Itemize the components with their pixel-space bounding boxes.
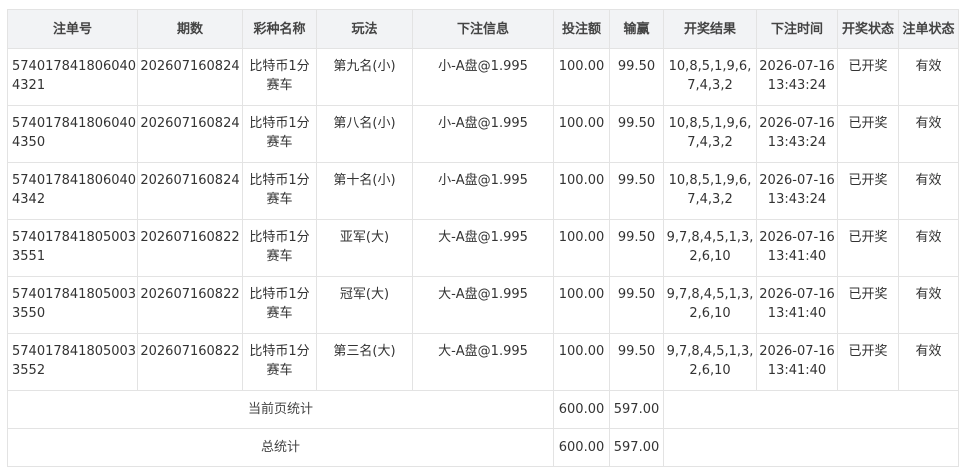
column-header-win-loss[interactable]: 输赢 xyxy=(609,9,664,49)
cell-win-loss: 99.50 xyxy=(609,48,664,106)
cell-result: 9,7,8,4,5,1,3,2,6,10 xyxy=(663,219,757,277)
grand-total-row: 总统计 600.00 597.00 xyxy=(7,428,959,467)
table-row[interactable]: 5740178418060404321 202607160824 比特币1分赛车… xyxy=(7,48,959,106)
cell-win-loss: 99.50 xyxy=(609,162,664,220)
cell-period: 202607160824 xyxy=(137,105,243,163)
cell-period: 202607160822 xyxy=(137,219,243,277)
cell-win-loss: 99.50 xyxy=(609,105,664,163)
table-header: 注单号 期数 彩种名称 玩法 下注信息 投注额 输赢 开奖结果 下注时间 开奖状… xyxy=(7,9,959,49)
cell-order-status: 有效 xyxy=(898,105,959,163)
cell-time: 2026-07-16 13:43:24 xyxy=(756,48,838,106)
cell-win-loss: 99.50 xyxy=(609,219,664,277)
cell-time: 2026-07-16 13:41:40 xyxy=(756,219,838,277)
cell-draw-status: 已开奖 xyxy=(837,276,899,334)
cell-draw-status: 已开奖 xyxy=(837,333,899,391)
cell-bet-info: 大-A盘@1.995 xyxy=(412,219,554,277)
table-row[interactable]: 5740178418060404350 202607160824 比特币1分赛车… xyxy=(7,105,959,163)
cell-period: 202607160822 xyxy=(137,333,243,391)
cell-result: 10,8,5,1,9,6,7,4,3,2 xyxy=(663,105,757,163)
bet-records-panel: 注单号 期数 彩种名称 玩法 下注信息 投注额 输赢 开奖结果 下注时间 开奖状… xyxy=(7,9,959,467)
cell-order-no: 5740178418060404342 xyxy=(7,162,138,220)
table-body: 5740178418060404321 202607160824 比特币1分赛车… xyxy=(7,48,959,467)
cell-amount: 100.00 xyxy=(553,105,610,163)
cell-amount: 100.00 xyxy=(553,276,610,334)
cell-period: 202607160824 xyxy=(137,162,243,220)
column-header-amount[interactable]: 投注额 xyxy=(553,9,610,49)
cell-draw-status: 已开奖 xyxy=(837,48,899,106)
column-header-draw-status[interactable]: 开奖状态 xyxy=(837,9,899,49)
page-total-empty xyxy=(663,390,959,429)
column-header-bet-info[interactable]: 下注信息 xyxy=(412,9,554,49)
column-header-order-no[interactable]: 注单号 xyxy=(7,9,138,49)
column-header-result[interactable]: 开奖结果 xyxy=(663,9,757,49)
cell-bet-info: 小-A盘@1.995 xyxy=(412,162,554,220)
cell-amount: 100.00 xyxy=(553,48,610,106)
cell-order-no: 5740178418050033551 xyxy=(7,219,138,277)
column-header-period[interactable]: 期数 xyxy=(137,9,243,49)
cell-play: 第三名(大) xyxy=(316,333,413,391)
grand-total-win-loss: 597.00 xyxy=(609,428,664,467)
cell-bet-info: 大-A盘@1.995 xyxy=(412,276,554,334)
column-header-play[interactable]: 玩法 xyxy=(316,9,413,49)
grand-total-amount: 600.00 xyxy=(553,428,610,467)
cell-play: 第十名(小) xyxy=(316,162,413,220)
cell-result: 9,7,8,4,5,1,3,2,6,10 xyxy=(663,333,757,391)
cell-win-loss: 99.50 xyxy=(609,276,664,334)
cell-amount: 100.00 xyxy=(553,162,610,220)
cell-game: 比特币1分赛车 xyxy=(242,276,317,334)
cell-order-status: 有效 xyxy=(898,162,959,220)
table-row[interactable]: 5740178418050033551 202607160822 比特币1分赛车… xyxy=(7,219,959,277)
cell-draw-status: 已开奖 xyxy=(837,105,899,163)
cell-play: 亚军(大) xyxy=(316,219,413,277)
page-total-win-loss: 597.00 xyxy=(609,390,664,429)
bet-records-table: 注单号 期数 彩种名称 玩法 下注信息 投注额 输赢 开奖结果 下注时间 开奖状… xyxy=(7,9,959,467)
cell-draw-status: 已开奖 xyxy=(837,219,899,277)
cell-order-status: 有效 xyxy=(898,333,959,391)
cell-time: 2026-07-16 13:41:40 xyxy=(756,333,838,391)
cell-bet-info: 小-A盘@1.995 xyxy=(412,48,554,106)
table-row[interactable]: 5740178418060404342 202607160824 比特币1分赛车… xyxy=(7,162,959,220)
column-header-game[interactable]: 彩种名称 xyxy=(242,9,317,49)
cell-result: 9,7,8,4,5,1,3,2,6,10 xyxy=(663,276,757,334)
cell-result: 10,8,5,1,9,6,7,4,3,2 xyxy=(663,48,757,106)
column-header-time[interactable]: 下注时间 xyxy=(756,9,838,49)
table-row[interactable]: 5740178418050033552 202607160822 比特币1分赛车… xyxy=(7,333,959,391)
page-total-row: 当前页统计 600.00 597.00 xyxy=(7,390,959,429)
page-total-amount: 600.00 xyxy=(553,390,610,429)
cell-time: 2026-07-16 13:43:24 xyxy=(756,162,838,220)
header-row: 注单号 期数 彩种名称 玩法 下注信息 投注额 输赢 开奖结果 下注时间 开奖状… xyxy=(7,9,959,49)
cell-game: 比特币1分赛车 xyxy=(242,219,317,277)
cell-amount: 100.00 xyxy=(553,219,610,277)
cell-play: 第八名(小) xyxy=(316,105,413,163)
cell-time: 2026-07-16 13:41:40 xyxy=(756,276,838,334)
cell-order-no: 5740178418060404321 xyxy=(7,48,138,106)
cell-order-status: 有效 xyxy=(898,48,959,106)
cell-amount: 100.00 xyxy=(553,333,610,391)
cell-game: 比特币1分赛车 xyxy=(242,162,317,220)
cell-time: 2026-07-16 13:43:24 xyxy=(756,105,838,163)
cell-win-loss: 99.50 xyxy=(609,333,664,391)
cell-game: 比特币1分赛车 xyxy=(242,333,317,391)
column-header-order-status[interactable]: 注单状态 xyxy=(898,9,959,49)
page-total-label: 当前页统计 xyxy=(7,390,554,429)
table-row[interactable]: 5740178418050033550 202607160822 比特币1分赛车… xyxy=(7,276,959,334)
cell-game: 比特币1分赛车 xyxy=(242,48,317,106)
cell-period: 202607160824 xyxy=(137,48,243,106)
cell-order-status: 有效 xyxy=(898,276,959,334)
cell-draw-status: 已开奖 xyxy=(837,162,899,220)
cell-period: 202607160822 xyxy=(137,276,243,334)
grand-total-empty xyxy=(663,428,959,467)
cell-order-no: 5740178418060404350 xyxy=(7,105,138,163)
cell-order-no: 5740178418050033552 xyxy=(7,333,138,391)
cell-play: 冠军(大) xyxy=(316,276,413,334)
cell-bet-info: 小-A盘@1.995 xyxy=(412,105,554,163)
cell-result: 10,8,5,1,9,6,7,4,3,2 xyxy=(663,162,757,220)
cell-order-status: 有效 xyxy=(898,219,959,277)
cell-order-no: 5740178418050033550 xyxy=(7,276,138,334)
grand-total-label: 总统计 xyxy=(7,428,554,467)
cell-bet-info: 大-A盘@1.995 xyxy=(412,333,554,391)
cell-game: 比特币1分赛车 xyxy=(242,105,317,163)
cell-play: 第九名(小) xyxy=(316,48,413,106)
